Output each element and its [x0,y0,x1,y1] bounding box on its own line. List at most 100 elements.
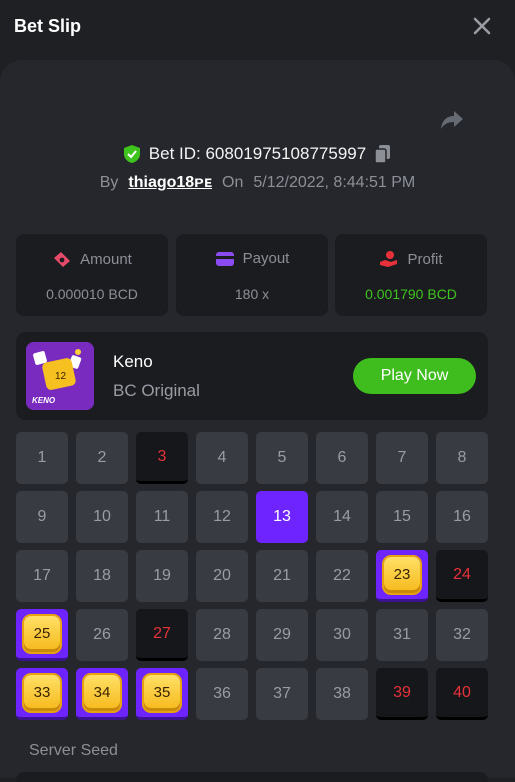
keno-number: 33 [33,684,51,701]
keno-cell-10: 10 [76,491,128,543]
payout-label: Payout [242,250,290,267]
keno-number: 13 [273,508,291,525]
gem-icon: 25 [24,615,60,652]
keno-cell-26: 26 [76,609,128,661]
server-seed-label: Server Seed [29,742,118,759]
keno-number: 32 [453,626,471,643]
keno-cell-14: 14 [316,491,368,543]
keno-number: 19 [153,567,171,584]
amount-label: Amount [80,250,132,268]
keno-cell-20: 20 [196,550,248,602]
keno-number: 30 [333,626,351,643]
keno-number: 10 [93,508,111,525]
keno-number: 12 [213,508,231,525]
gem-icon: 34 [84,674,120,711]
keno-number: 25 [33,625,51,642]
keno-cell-24: 24 [436,550,488,602]
game-card: 12 KENO Keno BC Original Play Now [16,332,488,420]
keno-number: 22 [333,567,351,584]
share-icon [441,111,463,129]
keno-cell-39: 39 [376,668,428,720]
play-now-button[interactable]: Play Now [353,358,476,394]
shield-check-icon [123,145,140,163]
keno-number: 28 [213,626,231,643]
keno-cell-31: 31 [376,609,428,661]
keno-number: 37 [273,685,291,702]
keno-cell-28: 28 [196,609,248,661]
keno-cell-25: 25 [16,609,68,661]
keno-cell-3: 3 [136,432,188,484]
copy-icon[interactable] [374,144,392,164]
profit-value: 0.001790 BCD [365,286,457,302]
keno-cell-16: 16 [436,491,488,543]
gem-icon: 33 [24,674,60,711]
keno-cell-19: 19 [136,550,188,602]
keno-cell-23: 23 [376,550,428,602]
bet-id-row: Bet ID: 60801975108775997 [0,142,515,166]
gem-icon: 23 [384,556,420,593]
keno-game-thumbnail[interactable]: 12 KENO [26,342,94,410]
keno-number: 1 [37,449,47,466]
keno-number: 15 [393,508,411,525]
profit-label: Profit [407,250,443,268]
bet-meta-row: By thiago18ᴘᴇ On 5/12/2022, 8:44:51 PM [0,172,515,194]
game-name: Keno [113,352,153,371]
keno-logo-icon: 12 KENO [26,342,94,410]
keno-number: 24 [453,565,471,583]
keno-cell-2: 2 [76,432,128,484]
keno-cell-30: 30 [316,609,368,661]
amount-icon [54,252,71,267]
bet-id: Bet ID: 60801975108775997 [148,144,367,163]
keno-number: 11 [153,508,171,525]
keno-cell-7: 7 [376,432,428,484]
share-button[interactable] [439,108,465,132]
keno-number: 4 [217,449,227,466]
keno-number: 7 [397,449,407,466]
keno-cell-4: 4 [196,432,248,484]
keno-number: 34 [93,684,111,701]
keno-cell-18: 18 [76,550,128,602]
keno-number: 40 [453,683,471,701]
keno-number: 31 [393,626,411,643]
keno-number: 14 [333,508,351,525]
keno-number: 38 [333,685,351,702]
keno-cell-27: 27 [136,609,188,661]
amount-card: Amount 0.000010 BCD [16,234,168,316]
keno-cell-32: 32 [436,609,488,661]
keno-cell-11: 11 [136,491,188,543]
username-link[interactable]: thiago18ᴘᴇ [128,174,212,192]
hand-coin-icon [380,251,398,267]
keno-number: 26 [93,626,111,643]
keno-number: 2 [97,449,107,466]
keno-cell-22: 22 [316,550,368,602]
bet-datetime: 5/12/2022, 8:44:51 PM [253,174,416,191]
keno-cell-36: 36 [196,668,248,720]
keno-cell-38: 38 [316,668,368,720]
keno-number: 3 [157,447,167,465]
keno-cell-12: 12 [196,491,248,543]
keno-number: 21 [273,567,291,584]
keno-cell-9: 9 [16,491,68,543]
game-provider: BC Original [113,381,200,400]
keno-number: 16 [453,508,471,525]
keno-number: 29 [273,626,291,643]
keno-cell-17: 17 [16,550,68,602]
keno-cell-29: 29 [256,609,308,661]
server-seed-field [16,772,488,782]
close-button[interactable] [470,14,494,38]
keno-cell-6: 6 [316,432,368,484]
keno-cell-13: 13 [256,491,308,543]
keno-cell-15: 15 [376,491,428,543]
keno-number: 18 [93,567,111,584]
keno-number: 8 [457,449,467,466]
keno-number: 20 [213,567,231,584]
header: Bet Slip [0,0,515,60]
amount-value: 0.000010 BCD [46,286,138,302]
profit-card: Profit 0.001790 BCD [335,234,487,316]
payout-value: 180 x [234,286,270,302]
keno-cell-40: 40 [436,668,488,720]
keno-number: 27 [153,624,171,642]
keno-cell-1: 1 [16,432,68,484]
gem-icon: 35 [144,674,180,711]
svg-text:12: 12 [55,371,67,382]
